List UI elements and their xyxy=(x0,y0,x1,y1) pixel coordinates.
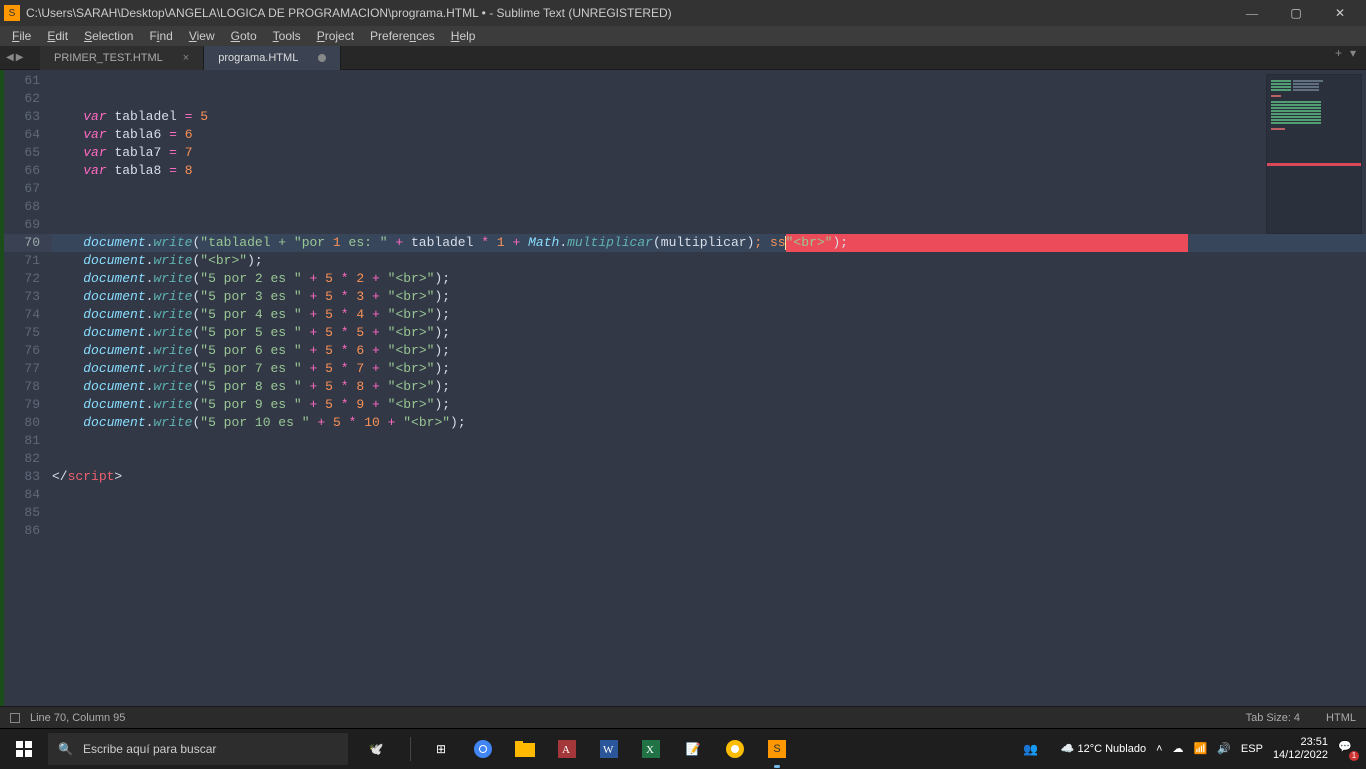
task-view-icon[interactable]: ⊞ xyxy=(421,729,461,769)
code-area[interactable]: var tabladel = 5 var tabla6 = 6 var tabl… xyxy=(52,70,1366,706)
minimize-button[interactable]: — xyxy=(1230,0,1274,26)
window-title: C:\Users\SARAH\Desktop\ANGELA\LOGICA DE … xyxy=(26,6,1230,20)
onedrive-icon[interactable]: ☁ xyxy=(1173,742,1184,755)
people-icon[interactable]: 👥 xyxy=(1011,729,1051,769)
menu-view[interactable]: View xyxy=(181,27,223,45)
tab-label: PRIMER_TEST.HTML xyxy=(54,52,163,64)
chrome-icon[interactable] xyxy=(463,729,503,769)
history-arrows[interactable]: ◀ ▶ xyxy=(0,52,40,63)
svg-text:A: A xyxy=(562,744,570,756)
volume-icon[interactable]: 🔊 xyxy=(1217,742,1231,755)
menu-selection[interactable]: Selection xyxy=(76,27,141,45)
tab-primer-test[interactable]: PRIMER_TEST.HTML × xyxy=(40,46,204,70)
tab-label: programa.HTML xyxy=(218,52,298,64)
tab-bar: ◀ ▶ PRIMER_TEST.HTML × programa.HTML + ▾ xyxy=(0,46,1366,70)
panel-switcher-icon[interactable] xyxy=(10,713,20,723)
start-button[interactable] xyxy=(0,729,48,769)
excel-icon[interactable]: X xyxy=(631,729,671,769)
tab-dirty-icon xyxy=(318,54,326,62)
input-language[interactable]: ESP xyxy=(1241,743,1263,755)
menu-find[interactable]: Find xyxy=(141,27,180,45)
minimap[interactable] xyxy=(1266,74,1362,234)
taskbar-apps: ⊞ A W X 📝 S xyxy=(417,729,801,769)
menu-preferences[interactable]: Preferences xyxy=(362,27,443,45)
tray-chevron-icon[interactable]: ˄ xyxy=(1156,743,1162,755)
menu-edit[interactable]: Edit xyxy=(39,27,76,45)
editor[interactable]: 6162636465666768697071727374757677787980… xyxy=(0,70,1366,706)
close-button[interactable]: ✕ xyxy=(1318,0,1362,26)
back-icon[interactable]: ◀ xyxy=(6,52,14,63)
search-icon: 🔍 xyxy=(58,742,73,756)
cursor-position[interactable]: Line 70, Column 95 xyxy=(30,712,125,724)
clock[interactable]: 23:51 14/12/2022 xyxy=(1273,736,1328,762)
notifications-icon[interactable]: 💬 xyxy=(1338,740,1356,758)
forward-icon[interactable]: ▶ xyxy=(16,52,24,63)
windows-taskbar: 🔍 Escribe aquí para buscar 🕊️ ⊞ A W X 📝 … xyxy=(0,728,1366,768)
search-placeholder: Escribe aquí para buscar xyxy=(83,742,216,756)
maximize-button[interactable]: ▢ xyxy=(1274,0,1318,26)
system-tray: ☁️ 12°C Nublado ˄ ☁ 📶 🔊 ESP 23:51 14/12/… xyxy=(1051,736,1366,762)
app-icon: S xyxy=(4,5,20,21)
menu-goto[interactable]: Goto xyxy=(223,27,265,45)
wifi-icon[interactable]: 📶 xyxy=(1194,742,1208,755)
notepad-icon[interactable]: 📝 xyxy=(673,729,713,769)
menu-bar: File Edit Selection Find View Goto Tools… xyxy=(0,26,1366,46)
svg-text:W: W xyxy=(603,744,614,756)
menu-tools[interactable]: Tools xyxy=(265,27,309,45)
new-tab-icon[interactable]: + xyxy=(1335,46,1342,70)
tab-close-icon[interactable]: × xyxy=(183,52,189,64)
tab-menu-icon[interactable]: ▾ xyxy=(1350,46,1356,70)
explorer-icon[interactable] xyxy=(505,729,545,769)
syntax-mode[interactable]: HTML xyxy=(1326,712,1356,724)
line-gutter: 6162636465666768697071727374757677787980… xyxy=(0,70,52,706)
word-icon[interactable]: W xyxy=(589,729,629,769)
chrome-canary-icon[interactable] xyxy=(715,729,755,769)
window-titlebar: S C:\Users\SARAH\Desktop\ANGELA\LOGICA D… xyxy=(0,0,1366,26)
tab-programa[interactable]: programa.HTML xyxy=(204,46,341,70)
menu-project[interactable]: Project xyxy=(309,27,362,45)
taskbar-search[interactable]: 🔍 Escribe aquí para buscar xyxy=(48,733,348,765)
access-icon[interactable]: A xyxy=(547,729,587,769)
tab-size[interactable]: Tab Size: 4 xyxy=(1246,712,1300,724)
status-bar: Line 70, Column 95 Tab Size: 4 HTML xyxy=(0,706,1366,728)
svg-text:X: X xyxy=(646,744,654,756)
taskbar-divider xyxy=(410,737,411,761)
menu-file[interactable]: File xyxy=(4,27,39,45)
sublime-icon[interactable]: S xyxy=(757,729,797,769)
weather-tray[interactable]: ☁️ 12°C Nublado xyxy=(1061,742,1146,755)
news-widget-icon[interactable]: 🕊️ xyxy=(348,729,404,769)
menu-help[interactable]: Help xyxy=(443,27,484,45)
